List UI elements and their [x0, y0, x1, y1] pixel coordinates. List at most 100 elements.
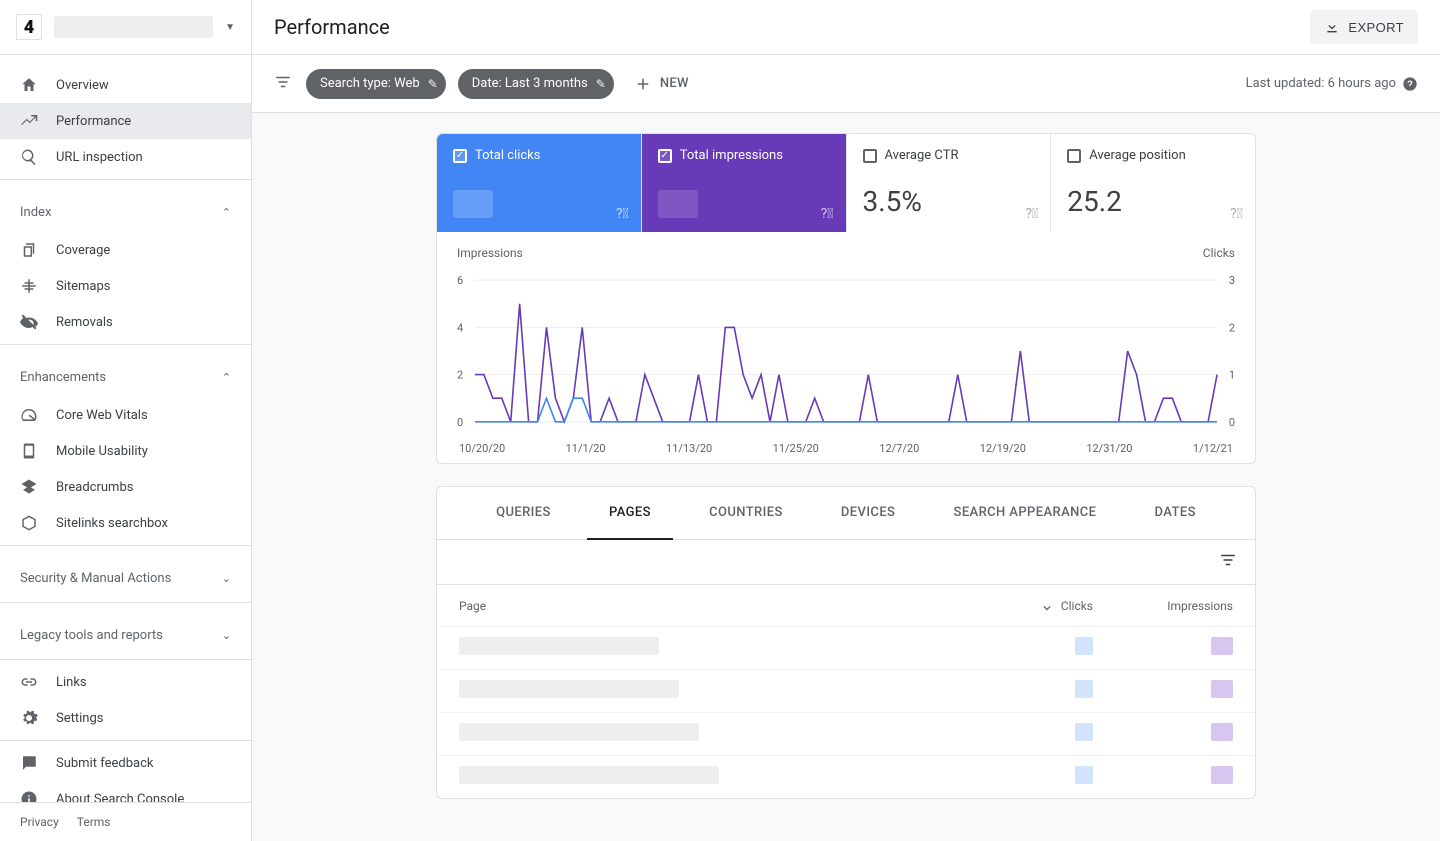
export-button[interactable]: EXPORT: [1310, 10, 1418, 44]
tab-countries[interactable]: COUNTRIES: [687, 487, 805, 539]
sidebar-item-sitemaps[interactable]: Sitemaps: [0, 268, 251, 304]
svg-text:2: 2: [1229, 321, 1235, 334]
sidebar-item-label: Removals: [56, 315, 113, 330]
sidebar-section-label: Legacy tools and reports: [20, 628, 163, 643]
new-label: NEW: [660, 76, 689, 91]
svg-text:6: 6: [457, 274, 463, 287]
new-filter-button[interactable]: NEW: [634, 75, 689, 93]
svg-text:3: 3: [1229, 274, 1235, 287]
page-title: Performance: [274, 15, 390, 39]
chip-date[interactable]: Date: Last 3 months ✎: [458, 69, 614, 99]
tab-search-appearance[interactable]: SEARCH APPEARANCE: [932, 487, 1119, 539]
content-scroll: ✓Total clicks ?⃝ ✓ Total impressions ?⃝ A…: [252, 113, 1440, 841]
help-icon[interactable]: ?⃝: [1230, 206, 1243, 222]
sidebar-item-overview[interactable]: Overview: [0, 67, 251, 103]
sidebar-item-settings[interactable]: Settings: [0, 700, 251, 736]
sidebar-item-mobile[interactable]: Mobile Usability: [0, 433, 251, 469]
sidebar-item-feedback[interactable]: Submit feedback: [0, 745, 251, 781]
sidebar-item-label: Coverage: [56, 243, 110, 258]
arrow-down-icon: [1039, 598, 1055, 614]
sidebar-nav: Overview Performance URL inspection Inde…: [0, 55, 251, 802]
help-icon[interactable]: ?⃝: [1025, 206, 1038, 222]
sidebar-item-cwv[interactable]: Core Web Vitals: [0, 397, 251, 433]
metric-total-impressions[interactable]: ✓ Total impressions ?⃝: [642, 134, 847, 232]
sidebar-item-sitelinks[interactable]: Sitelinks searchbox: [0, 505, 251, 541]
metric-value: 3.5%: [863, 185, 1035, 218]
column-clicks[interactable]: Clicks: [973, 598, 1093, 614]
terms-link[interactable]: Terms: [77, 815, 111, 829]
metric-label: Average position: [1089, 148, 1186, 163]
sidebar-item-links[interactable]: Links: [0, 664, 251, 700]
chevron-up-icon: ⌃: [222, 371, 231, 384]
metric-total-clicks[interactable]: ✓Total clicks ?⃝: [437, 134, 642, 232]
help-icon[interactable]: [1402, 76, 1418, 92]
sidebar-item-performance[interactable]: Performance: [0, 103, 251, 139]
tab-dates[interactable]: DATES: [1133, 487, 1218, 539]
privacy-link[interactable]: Privacy: [20, 815, 59, 829]
filter-icon[interactable]: [274, 73, 294, 95]
chip-label: Date: Last 3 months: [472, 76, 588, 91]
sidebar-item-label: About Search Console: [56, 792, 184, 803]
info-icon: [20, 790, 38, 802]
metric-avg-position[interactable]: Average position 25.2 ?⃝: [1051, 134, 1255, 232]
sidebar-item-breadcrumbs[interactable]: Breadcrumbs: [0, 469, 251, 505]
property-selector[interactable]: 4 ▼: [0, 0, 251, 55]
chevron-down-icon: ▼: [225, 22, 235, 33]
tab-queries[interactable]: QUERIES: [474, 487, 573, 539]
table-body: [437, 626, 1255, 798]
help-icon[interactable]: ?⃝: [821, 206, 834, 222]
metric-value-redacted: [658, 190, 698, 218]
sidebar-item-coverage[interactable]: Coverage: [0, 232, 251, 268]
last-updated: Last updated: 6 hours ago: [1246, 76, 1418, 92]
chevron-up-icon: ⌃: [222, 206, 231, 219]
sidebar-section-label: Index: [20, 205, 51, 220]
search-icon: [20, 148, 38, 166]
table-row[interactable]: [437, 626, 1255, 669]
table-row[interactable]: [437, 669, 1255, 712]
help-icon[interactable]: ?⃝: [616, 206, 629, 222]
sidebar-item-removals[interactable]: Removals: [0, 304, 251, 340]
sidebar-section-legacy[interactable]: Legacy tools and reports ⌄: [0, 615, 251, 655]
export-label: EXPORT: [1348, 20, 1404, 35]
metric-avg-ctr[interactable]: Average CTR 3.5% ?⃝: [847, 134, 1052, 232]
table-panel: QUERIES PAGES COUNTRIES DEVICES SEARCH APPEA…: [436, 486, 1256, 799]
checkbox-unchecked-icon: [1067, 149, 1081, 163]
sidebar-section-enhancements[interactable]: Enhancements ⌃: [0, 357, 251, 397]
sidebar-section-index[interactable]: Index ⌃: [0, 192, 251, 232]
download-icon: [1324, 19, 1340, 35]
tab-pages[interactable]: PAGES: [587, 487, 673, 540]
sitemap-icon: [20, 277, 38, 295]
filter-icon[interactable]: [1219, 551, 1237, 573]
svg-text:1: 1: [1229, 369, 1235, 382]
chevron-down-icon: ⌄: [222, 629, 231, 642]
column-impressions[interactable]: Impressions: [1093, 599, 1233, 613]
column-page[interactable]: Page: [459, 599, 973, 613]
gauge-icon: [20, 406, 38, 424]
dimension-tabs: QUERIES PAGES COUNTRIES DEVICES SEARCH APPEA…: [437, 487, 1255, 540]
sidebar-item-label: URL inspection: [56, 150, 143, 165]
metric-value-redacted: [453, 190, 493, 218]
sidebar-item-label: Sitelinks searchbox: [56, 516, 168, 531]
tab-devices[interactable]: DEVICES: [819, 487, 917, 539]
svg-text:0: 0: [457, 416, 463, 429]
checkbox-checked-icon: ✓: [658, 149, 672, 163]
table-row[interactable]: [437, 712, 1255, 755]
property-name-redacted: [54, 16, 213, 38]
metric-value: 25.2: [1067, 185, 1239, 218]
chart-area: Impressions Clicks 00214263 10/20/2011/1…: [437, 232, 1255, 463]
edit-icon: ✎: [596, 77, 606, 91]
chip-search-type[interactable]: Search type: Web ✎: [306, 69, 446, 99]
y-axis-left-label: Impressions: [457, 246, 523, 260]
checkbox-unchecked-icon: [863, 149, 877, 163]
chart-svg: 00214263: [457, 266, 1235, 436]
sidebar-item-about[interactable]: About Search Console: [0, 781, 251, 802]
y-axis-right-label: Clicks: [1203, 246, 1235, 260]
sidebar-section-security[interactable]: Security & Manual Actions ⌄: [0, 558, 251, 598]
svg-text:2: 2: [457, 369, 463, 382]
phone-icon: [20, 442, 38, 460]
feedback-icon: [20, 754, 38, 772]
page-header: Performance EXPORT: [252, 0, 1440, 55]
metric-label: Total impressions: [680, 148, 783, 163]
sidebar-item-url-inspection[interactable]: URL inspection: [0, 139, 251, 175]
table-row[interactable]: [437, 755, 1255, 798]
